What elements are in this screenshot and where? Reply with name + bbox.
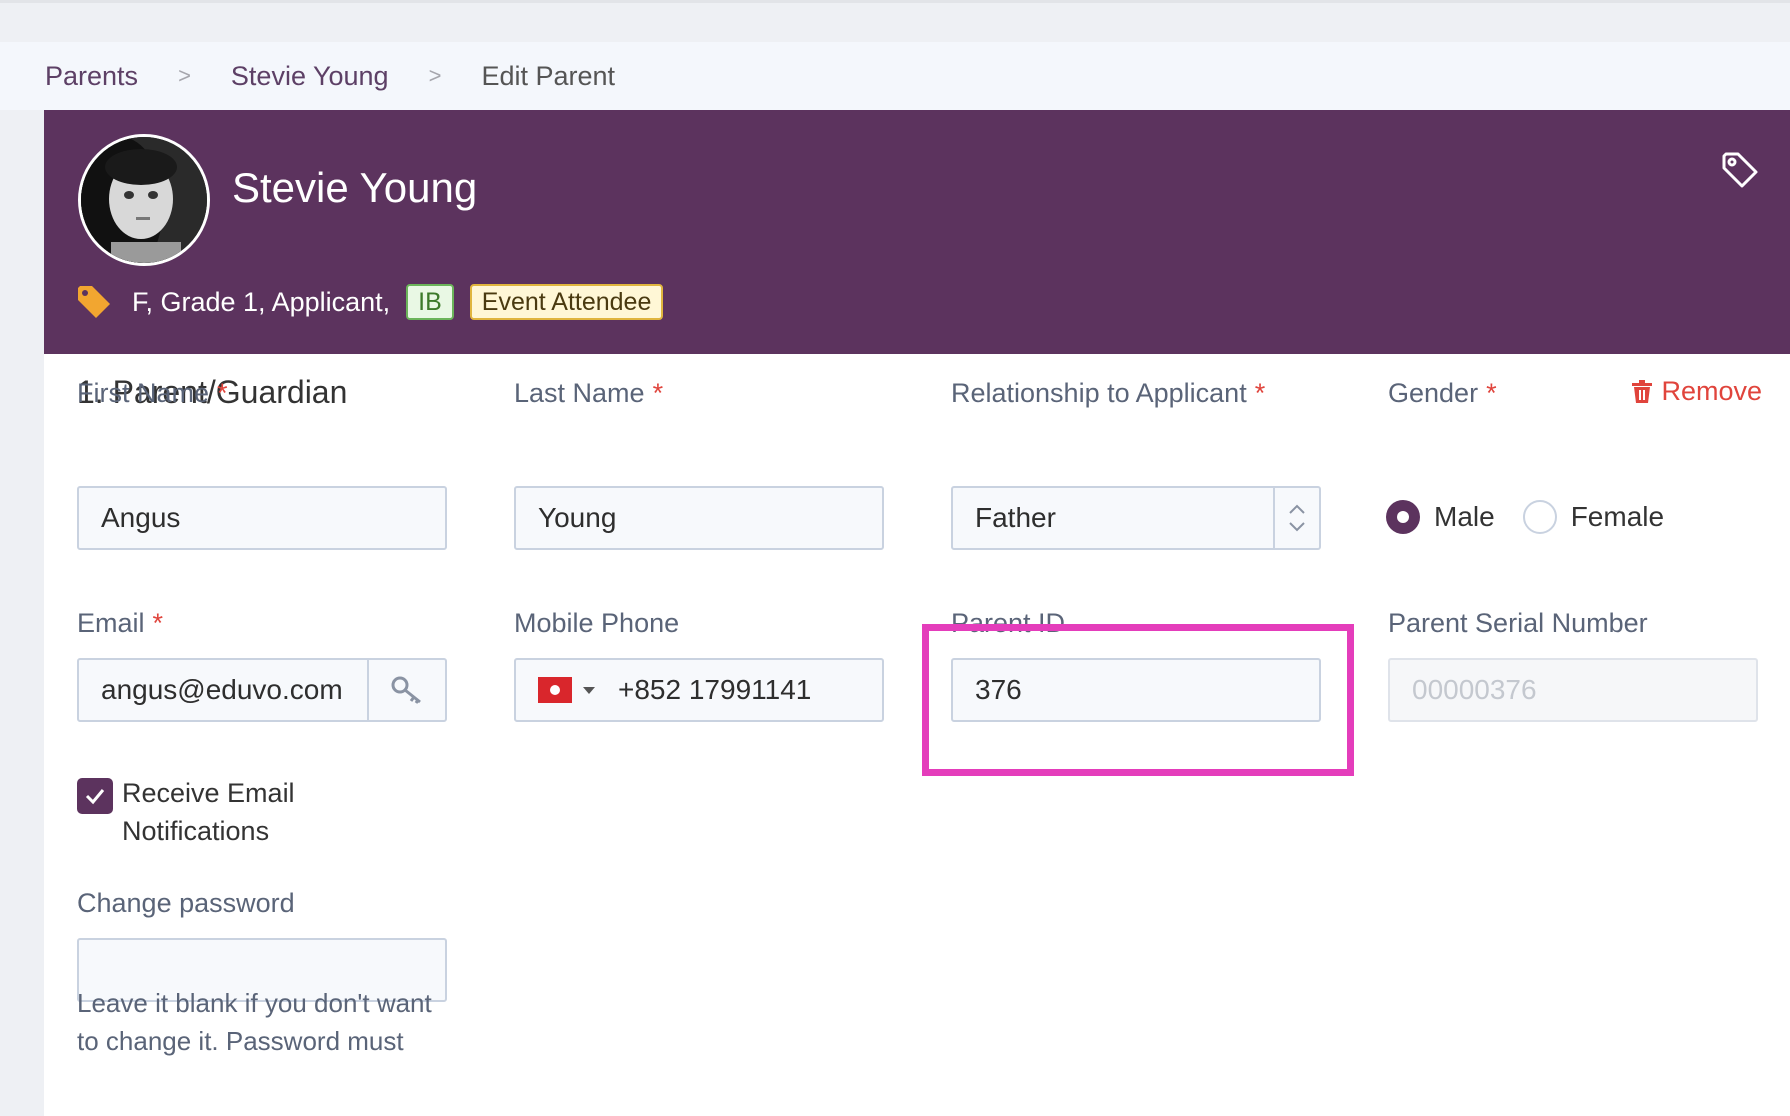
gender-label-text: Gender (1388, 378, 1479, 408)
profile-meta: F, Grade 1, Applicant, IB Event Attendee (76, 282, 664, 322)
relationship-value: Father (975, 502, 1056, 533)
profile-meta-text: F, Grade 1, Applicant, (132, 286, 391, 317)
parent-serial-input: 00000376 (1388, 658, 1758, 722)
mobile-phone-label: Mobile Phone (514, 608, 680, 638)
radio-male[interactable] (1386, 500, 1420, 534)
remove-button[interactable]: Remove (1631, 376, 1762, 407)
key-icon (391, 676, 421, 704)
email-key-button[interactable] (367, 660, 445, 720)
parent-id-label: Parent ID (951, 608, 1066, 638)
required-marker: * (217, 378, 228, 408)
profile-name: Stevie Young (232, 164, 478, 211)
parent-serial-label: Parent Serial Number (1388, 608, 1648, 638)
tag-icon[interactable] (1720, 150, 1760, 190)
relationship-select[interactable]: Father (951, 486, 1321, 550)
email-input[interactable]: angus@eduvo.com (77, 658, 447, 722)
trash-icon (1632, 379, 1653, 403)
gender-option-male[interactable]: Male (1386, 500, 1495, 534)
required-marker: * (1254, 378, 1266, 408)
last-name-input[interactable]: Young (514, 486, 884, 550)
badge-event-attendee: Event Attendee (469, 284, 664, 320)
first-name-label-text: First Name (77, 378, 210, 408)
breadcrumb-separator: > (178, 63, 191, 88)
relationship-label: Relationship to Applicant * (951, 378, 1265, 409)
gender-radio-group: Male Female (1386, 500, 1664, 534)
email-value: angus@eduvo.com (101, 674, 343, 705)
radio-male-label: Male (1434, 501, 1495, 532)
chevron-down-icon (1289, 522, 1305, 532)
gender-label: Gender * (1388, 378, 1497, 409)
parent-edit-card: Stevie Young F, Grade 1, Applicant, IB E… (44, 110, 1790, 1116)
remove-label: Remove (1661, 376, 1762, 406)
required-marker: * (1486, 378, 1497, 408)
required-marker: * (652, 378, 664, 408)
email-label: Email * (77, 608, 163, 639)
gender-option-female[interactable]: Female (1522, 500, 1665, 534)
top-divider (0, 0, 1790, 3)
parent-id-input[interactable]: 376 (951, 658, 1321, 722)
email-label-text: Email (77, 608, 145, 638)
required-marker: * (152, 608, 164, 638)
mobile-phone-input[interactable]: +852 17991141 (514, 658, 884, 722)
radio-female-label: Female (1570, 501, 1665, 532)
relationship-label-text: Relationship to Applicant (951, 378, 1247, 408)
last-name-label-text: Last Name (514, 378, 645, 408)
chevron-up-icon (1289, 504, 1305, 514)
select-arrows[interactable] (1273, 488, 1319, 548)
email-notifications-label: Receive Email Notifications (122, 778, 295, 846)
breadcrumb-stevie-young[interactable]: Stevie Young (231, 61, 389, 92)
password-help-text: Leave it blank if you don't want to chan… (77, 988, 432, 1056)
hong-kong-flag-icon[interactable] (538, 677, 572, 703)
label-tag-icon (78, 286, 110, 318)
caret-down-icon[interactable] (582, 685, 596, 695)
last-name-label: Last Name * (514, 378, 663, 409)
first-name-label: First Name * (77, 378, 228, 409)
first-name-input[interactable]: Angus (77, 486, 447, 550)
profile-header: Stevie Young F, Grade 1, Applicant, IB E… (44, 110, 1790, 354)
radio-female[interactable] (1522, 500, 1557, 534)
breadcrumb-edit-parent: Edit Parent (481, 60, 616, 91)
badge-ib: IB (406, 284, 454, 320)
breadcrumb: Parents > Stevie Young > Edit Parent (0, 42, 1790, 110)
breadcrumb-parents[interactable]: Parents (45, 61, 138, 92)
mobile-phone-value: +852 17991141 (618, 674, 812, 705)
change-password-label: Change password (77, 888, 295, 918)
breadcrumb-separator: > (428, 63, 442, 88)
flag-emblem (550, 685, 560, 695)
avatar (78, 134, 210, 266)
check-icon (85, 789, 105, 805)
email-notifications-checkbox[interactable] (77, 778, 113, 814)
avatar-photo (81, 137, 207, 263)
